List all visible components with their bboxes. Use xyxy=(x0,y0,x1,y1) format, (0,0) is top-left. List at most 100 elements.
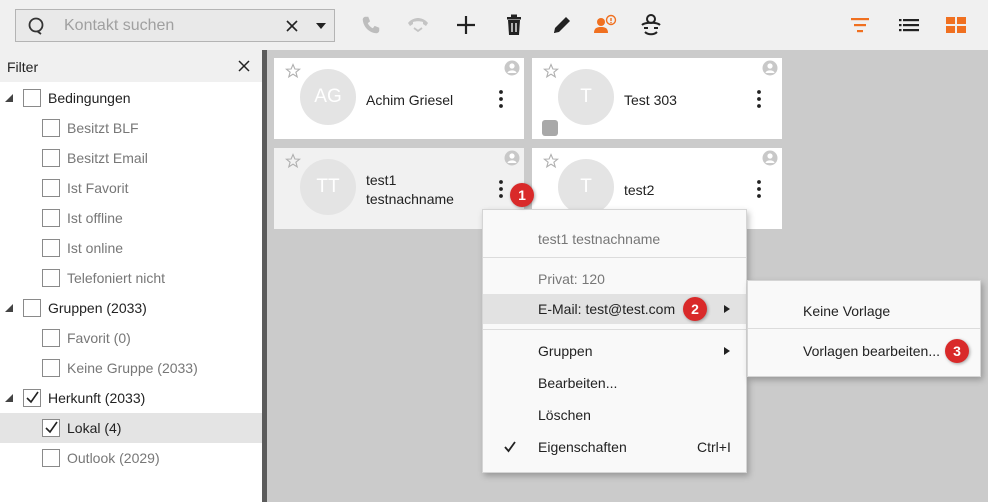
menu-separator xyxy=(483,329,746,330)
menu-item-phone[interactable]: Privat: 120 xyxy=(483,264,746,294)
step-badge-2: 2 xyxy=(683,297,707,321)
filter-button[interactable] xyxy=(845,10,875,40)
filter-tree-label: Herkunft (2033) xyxy=(48,390,146,406)
person-icon xyxy=(762,150,778,166)
toolbar xyxy=(0,0,988,50)
submenu-arrow-icon xyxy=(724,347,730,355)
star-icon[interactable] xyxy=(543,153,559,169)
avatar: T xyxy=(558,159,614,215)
menu-item-label: E-Mail: test@test.com xyxy=(538,301,676,317)
star-icon[interactable] xyxy=(285,153,301,169)
add-contact-button[interactable] xyxy=(451,10,481,40)
more-icon[interactable] xyxy=(496,179,506,199)
expand-arrow-icon[interactable] xyxy=(5,94,13,102)
filter-checkbox[interactable] xyxy=(23,89,41,107)
search-box[interactable] xyxy=(15,9,335,42)
contact-card[interactable]: T Test 303 xyxy=(532,58,782,139)
delete-button[interactable] xyxy=(499,10,529,40)
menu-item-properties[interactable]: Eigenschaften Ctrl+I xyxy=(483,432,746,462)
filter-checkbox[interactable] xyxy=(42,209,60,227)
filter-checkbox[interactable] xyxy=(42,419,60,437)
voicemail-button[interactable] xyxy=(636,10,666,40)
filter-checkbox[interactable] xyxy=(42,269,60,287)
step-badge-3: 3 xyxy=(945,339,969,363)
menu-item-label: Keine Vorlage xyxy=(803,303,891,319)
star-icon[interactable] xyxy=(543,63,559,79)
menu-item-label: Gruppen xyxy=(538,343,593,359)
person-icon xyxy=(504,60,520,76)
filter-tree-label: Ist offline xyxy=(67,210,123,226)
menu-item-delete[interactable]: Löschen xyxy=(483,400,746,430)
filter-checkbox[interactable] xyxy=(42,179,60,197)
edit-button[interactable] xyxy=(547,10,577,40)
person-icon xyxy=(762,60,778,76)
caret-down-icon[interactable] xyxy=(314,19,328,33)
filter-tree-label: Lokal (4) xyxy=(67,420,122,436)
expand-arrow-icon[interactable] xyxy=(5,304,13,312)
phone-transfer-icon xyxy=(408,18,428,33)
list-view-button[interactable] xyxy=(894,10,924,40)
phone-icon xyxy=(362,16,380,34)
more-icon[interactable] xyxy=(754,179,764,199)
filter-tree-item[interactable]: Ist Favorit xyxy=(0,173,262,203)
filter-checkbox[interactable] xyxy=(42,119,60,137)
pencil-icon xyxy=(554,17,570,33)
contact-name: test1 xyxy=(366,172,397,188)
check-icon xyxy=(26,391,39,404)
filter-tree-item[interactable]: Favorit (0) xyxy=(0,323,262,353)
star-icon[interactable] xyxy=(285,63,301,79)
contact-surname: testnachname xyxy=(366,191,454,207)
filter-tree-label: Ist online xyxy=(67,240,124,256)
filter-checkbox[interactable] xyxy=(23,389,41,407)
filter-checkbox[interactable] xyxy=(42,359,60,377)
filter-checkbox[interactable] xyxy=(42,329,60,347)
submenu-item-no-template[interactable]: Keine Vorlage xyxy=(748,296,980,326)
filter-tree-item[interactable]: Ist offline xyxy=(0,203,262,233)
filter-tree-item[interactable]: Herkunft (2033) xyxy=(0,383,262,413)
filter-panel: Filter Bedingungen Besitzt BLF Besitzt Ema… xyxy=(0,50,262,502)
contact-card[interactable]: AG Achim Griesel xyxy=(274,58,524,139)
check-icon xyxy=(504,441,516,453)
filter-tree-label: Gruppen (2033) xyxy=(48,300,147,316)
filter-tree-item[interactable]: Outlook (2029) xyxy=(0,443,262,473)
person-icon xyxy=(504,150,520,166)
voicemail-icon xyxy=(641,14,661,36)
filter-tree-item[interactable]: Keine Gruppe (2033) xyxy=(0,353,262,383)
filter-tree-item[interactable]: Gruppen (2033) xyxy=(0,293,262,323)
transfer-button[interactable] xyxy=(403,10,433,40)
menu-item-label: Privat: 120 xyxy=(538,271,605,287)
filter-checkbox[interactable] xyxy=(23,299,41,317)
filter-tree-item[interactable]: Ist online xyxy=(0,233,262,263)
search-icon xyxy=(28,17,44,35)
expand-arrow-icon[interactable] xyxy=(5,394,13,402)
menu-header-label: test1 testnachname xyxy=(538,231,661,247)
filter-checkbox[interactable] xyxy=(42,449,60,467)
contact-info-button[interactable] xyxy=(590,10,620,40)
close-icon[interactable] xyxy=(282,16,302,36)
avatar: TT xyxy=(300,159,356,215)
grid-view-button[interactable] xyxy=(941,10,971,40)
filter-checkbox[interactable] xyxy=(42,239,60,257)
filter-tree-item[interactable]: Besitzt BLF xyxy=(0,113,262,143)
contact-name: Test 303 xyxy=(624,92,677,108)
filter-tree-item[interactable]: Lokal (4) xyxy=(0,413,262,443)
menu-item-edit[interactable]: Bearbeiten... xyxy=(483,368,746,398)
menu-separator xyxy=(483,257,746,258)
contact-name: Achim Griesel xyxy=(366,92,454,108)
menu-item-label: Vorlagen bearbeiten... xyxy=(803,343,940,359)
plus-icon xyxy=(457,16,475,34)
menu-item-groups[interactable]: Gruppen xyxy=(483,336,746,366)
menu-item-label: Löschen xyxy=(538,407,591,423)
filter-tree-label: Besitzt BLF xyxy=(67,120,139,136)
filter-tree-label: Outlook (2029) xyxy=(67,450,160,466)
call-button[interactable] xyxy=(356,10,386,40)
filter-tree-item[interactable]: Bedingungen xyxy=(0,83,262,113)
filter-checkbox[interactable] xyxy=(42,149,60,167)
more-icon[interactable] xyxy=(496,89,506,109)
close-icon[interactable] xyxy=(236,58,252,74)
contact-info-icon xyxy=(594,14,617,33)
search-input[interactable] xyxy=(64,14,284,38)
filter-tree-item[interactable]: Telefoniert nicht xyxy=(0,263,262,293)
more-icon[interactable] xyxy=(754,89,764,109)
filter-tree-item[interactable]: Besitzt Email xyxy=(0,143,262,173)
